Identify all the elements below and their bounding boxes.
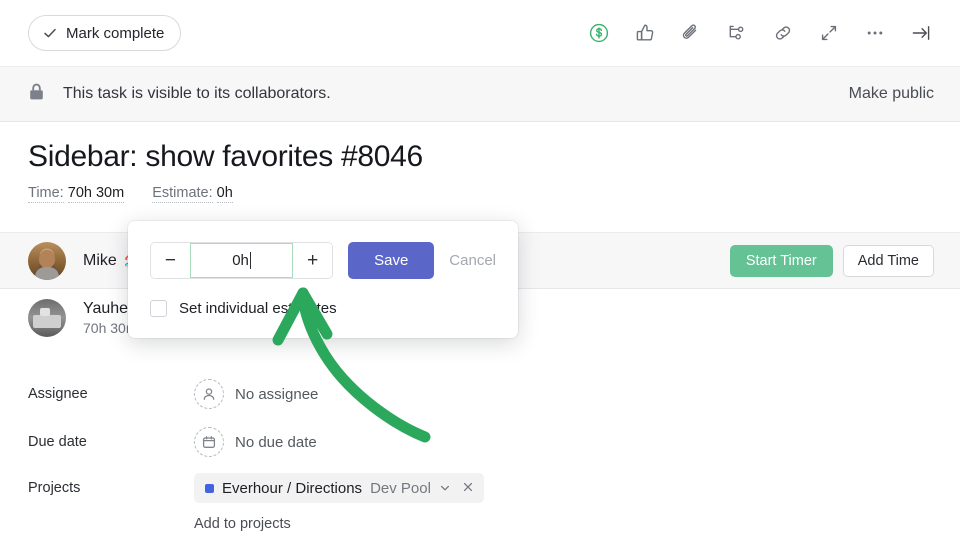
- chevron-down-icon[interactable]: [439, 482, 451, 494]
- mark-complete-label: Mark complete: [66, 24, 165, 42]
- estimate-stepper: − 0h +: [150, 242, 334, 279]
- dollar-circle-icon[interactable]: [586, 20, 612, 46]
- privacy-banner-text: This task is visible to its collaborator…: [63, 85, 331, 102]
- individual-estimates-row: Set individual estimates: [150, 300, 496, 317]
- privacy-banner: This task is visible to its collaborator…: [0, 66, 960, 122]
- time-tracked[interactable]: Time: 70h 30m: [28, 185, 125, 203]
- estimate-input[interactable]: 0h: [189, 243, 294, 278]
- time-label: Time:: [28, 185, 64, 203]
- estimate-value: 0h: [216, 185, 233, 203]
- calendar-icon: [194, 427, 224, 457]
- estimate-popup-row: − 0h + Save Cancel: [150, 242, 496, 279]
- set-individual-estimates-label: Set individual estimates: [179, 300, 337, 317]
- estimate-label: Estimate:: [152, 185, 213, 203]
- project-color-dot: [205, 483, 214, 493]
- assignee-label: Assignee: [28, 386, 88, 402]
- add-to-projects-button[interactable]: Add to projects: [194, 516, 648, 532]
- assignee-placeholder: No assignee: [235, 385, 319, 403]
- due-date-label: Due date: [28, 434, 87, 450]
- due-date-placeholder: No due date: [235, 433, 317, 451]
- thumbs-up-icon[interactable]: [632, 20, 658, 46]
- expand-icon[interactable]: [816, 20, 842, 46]
- paperclip-icon[interactable]: [678, 20, 704, 46]
- member-actions: Start Timer Add Time: [729, 244, 934, 277]
- toolbar-icon-group: [586, 20, 934, 46]
- increment-button[interactable]: +: [293, 243, 333, 278]
- person-icon: [194, 379, 224, 409]
- task-fields: Assignee No assignee Due date No due dat…: [28, 370, 648, 532]
- projects-label: Projects: [28, 480, 81, 496]
- privacy-banner-content: This task is visible to its collaborator…: [28, 82, 331, 106]
- estimate-meta[interactable]: Estimate: 0h: [152, 185, 233, 203]
- assignee-value[interactable]: No assignee: [194, 379, 318, 409]
- estimate-input-value: 0h: [232, 252, 249, 269]
- due-date-row: Due date No due date: [28, 418, 648, 466]
- start-timer-button[interactable]: Start Timer: [729, 244, 833, 277]
- assignee-row: Assignee No assignee: [28, 370, 648, 418]
- link-icon[interactable]: [770, 20, 796, 46]
- avatar: [28, 241, 66, 280]
- save-button[interactable]: Save: [348, 242, 435, 279]
- cancel-button[interactable]: Cancel: [449, 252, 496, 269]
- remove-project-icon[interactable]: [462, 480, 474, 497]
- project-name: Everhour / Directions: [222, 479, 363, 497]
- text-caret: [249, 252, 251, 269]
- decrement-button[interactable]: −: [151, 243, 190, 278]
- page-title: Sidebar: show favorites #8046: [28, 140, 423, 173]
- mark-complete-button[interactable]: Mark complete: [28, 15, 182, 51]
- estimate-popup: − 0h + Save Cancel Set individual estima…: [128, 221, 518, 338]
- avatar: [28, 298, 66, 337]
- add-time-button[interactable]: Add Time: [842, 244, 934, 277]
- top-toolbar: Mark complete: [0, 0, 960, 66]
- more-icon[interactable]: [862, 20, 888, 46]
- member-name: Mike: [83, 251, 117, 269]
- title-block: Sidebar: show favorites #8046 Time: 70h …: [28, 140, 728, 203]
- make-public-button[interactable]: Make public: [849, 85, 934, 103]
- project-tag[interactable]: Everhour / Directions Dev Pool: [194, 473, 484, 503]
- set-individual-estimates-checkbox[interactable]: [150, 300, 167, 317]
- check-icon: [43, 26, 57, 40]
- lock-icon: [28, 82, 45, 106]
- task-detail-panel: Mark complete This task is visible to it…: [0, 0, 960, 557]
- projects-row: Projects Everhour / Directions Dev Pool: [28, 466, 648, 510]
- task-meta-row: Time: 70h 30m Estimate: 0h: [28, 185, 728, 203]
- project-section: Dev Pool: [370, 479, 431, 497]
- collapse-right-icon[interactable]: [908, 20, 934, 46]
- time-value: 70h 30m: [67, 185, 125, 203]
- due-date-value[interactable]: No due date: [194, 427, 317, 457]
- subtask-icon[interactable]: [724, 20, 750, 46]
